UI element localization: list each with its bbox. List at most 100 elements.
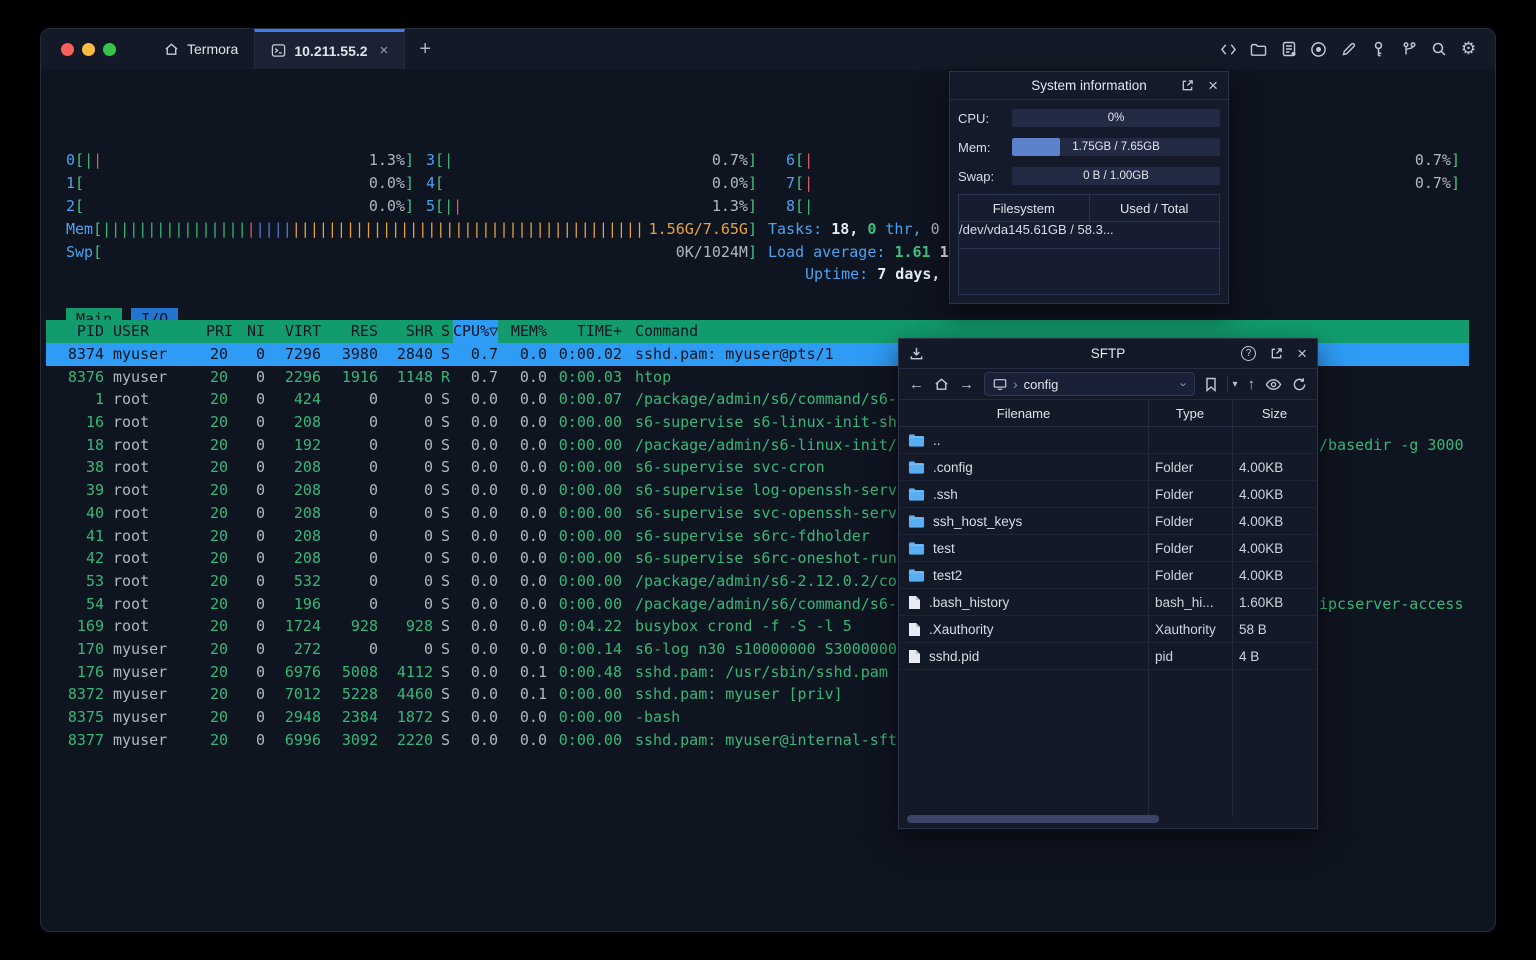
- folder-icon[interactable]: [1250, 41, 1267, 58]
- search-icon[interactable]: [1430, 41, 1447, 58]
- file-table-header[interactable]: Filename Type Size: [899, 400, 1317, 427]
- file-size-cell: 4.00KB: [1239, 540, 1284, 556]
- help-icon[interactable]: ?: [1241, 346, 1257, 361]
- toolbar-divider: [1227, 376, 1229, 392]
- refresh-icon[interactable]: [1292, 377, 1307, 392]
- new-tab-button[interactable]: +: [405, 29, 445, 69]
- size-column[interactable]: Size: [1232, 400, 1317, 426]
- settings-gear-icon[interactable]: ⚙: [1460, 39, 1477, 58]
- minimize-window-button[interactable]: [82, 42, 95, 56]
- process-cell: 0: [423, 413, 433, 432]
- meter-value: 0K/1024M: [675, 243, 748, 261]
- bookmark-caret-icon[interactable]: ▾: [1232, 379, 1237, 390]
- cpu-meter-1: 1[0.0%]: [66, 172, 414, 195]
- col-mem[interactable]: MEM%: [498, 320, 547, 343]
- filename-column[interactable]: Filename: [899, 400, 1148, 426]
- file-size-cell: 58 B: [1239, 621, 1267, 637]
- col-s[interactable]: S: [433, 320, 453, 343]
- type-column[interactable]: Type: [1148, 400, 1232, 426]
- col-virt[interactable]: VIRT: [265, 320, 321, 343]
- meter-close-bracket: ]: [747, 197, 757, 215]
- col-ni[interactable]: NI: [228, 320, 265, 343]
- fs-col-used-total[interactable]: Used / Total: [1090, 195, 1220, 221]
- process-cell: 0: [423, 481, 433, 500]
- meter-open-bracket: [: [795, 151, 805, 169]
- col-pid[interactable]: PID: [46, 320, 104, 343]
- key-icon[interactable]: [1370, 41, 1387, 58]
- process-cell: 176: [76, 662, 104, 681]
- download-icon[interactable]: [909, 346, 924, 361]
- close-icon[interactable]: ×: [1208, 77, 1218, 94]
- process-cell: S: [441, 413, 451, 432]
- file-size-cell: 4.00KB: [1239, 486, 1284, 502]
- file-row[interactable]: ..: [899, 427, 1317, 454]
- file-row[interactable]: ssh_host_keys Folder 4.00KB: [899, 508, 1317, 535]
- process-cell: 0: [423, 390, 433, 409]
- process-cell: 8376: [67, 367, 104, 386]
- file-name-label: test: [933, 540, 955, 556]
- process-cell: 2948: [284, 708, 321, 726]
- edit-icon[interactable]: [1340, 41, 1357, 58]
- code-icon[interactable]: [1220, 41, 1237, 58]
- col-pri[interactable]: PRI: [206, 320, 233, 343]
- process-cell: 20: [209, 708, 228, 726]
- notes-icon[interactable]: [1280, 41, 1297, 58]
- close-icon[interactable]: ×: [1297, 345, 1307, 362]
- bookmark-icon[interactable]: [1205, 377, 1217, 392]
- sysinfo-meter-row: Mem: 1.75GB / 7.65GB: [958, 137, 1220, 157]
- file-row[interactable]: sshd.pid pid 4 B: [899, 643, 1317, 670]
- popout-icon[interactable]: [1270, 347, 1283, 360]
- meter-percent: 0.7%: [1414, 151, 1451, 169]
- tab-close-icon[interactable]: ×: [380, 42, 389, 59]
- text-segment: 0: [867, 220, 886, 238]
- forward-icon[interactable]: →: [959, 376, 974, 393]
- col-cpu-sorted[interactable]: CPU%▽: [453, 320, 498, 343]
- horizontal-scrollbar[interactable]: [907, 815, 1159, 823]
- col-time[interactable]: TIME+: [547, 320, 622, 343]
- file-row[interactable]: .config Folder 4.00KB: [899, 454, 1317, 481]
- col-res[interactable]: RES: [321, 320, 378, 343]
- process-cell: myuser: [113, 708, 168, 726]
- process-cell: 208: [293, 503, 321, 522]
- file-row[interactable]: test2 Folder 4.00KB: [899, 562, 1317, 589]
- record-icon[interactable]: [1310, 41, 1327, 58]
- file-row[interactable]: .ssh Folder 4.00KB: [899, 481, 1317, 508]
- file-row[interactable]: .bash_history bash_hi... 1.60KB: [899, 589, 1317, 616]
- file-row[interactable]: test Folder 4.00KB: [899, 535, 1317, 562]
- file-icon: [908, 622, 921, 637]
- home-icon[interactable]: [934, 377, 949, 392]
- process-cell: R: [441, 367, 451, 386]
- meter-label: 5: [426, 197, 436, 215]
- process-cell: 0.0: [470, 594, 498, 613]
- meter-open-bracket: [: [435, 151, 445, 169]
- file-name-cell: .Xauthority: [899, 622, 1148, 637]
- filesystem-row[interactable]: /dev/vda1 45.61GB / 58.3...: [959, 222, 1219, 249]
- process-cell: 0:00.00: [558, 458, 622, 477]
- popout-icon[interactable]: [1181, 79, 1194, 92]
- meter-value: 1.56G/7.65G: [648, 220, 748, 238]
- close-window-button[interactable]: [61, 42, 74, 56]
- meter-ticks-r: |: [93, 151, 103, 169]
- process-cell: 0:00.02: [558, 345, 622, 363]
- back-icon[interactable]: ←: [909, 376, 924, 393]
- tab-session[interactable]: 10.211.55.2 ×: [254, 29, 406, 69]
- file-row[interactable]: .Xauthority Xauthority 58 B: [899, 616, 1317, 643]
- path-breadcrumb[interactable]: › config ›: [984, 372, 1196, 396]
- process-cell: [104, 456, 113, 479]
- meter-label: CPU:: [958, 110, 990, 126]
- parent-dir-icon[interactable]: ↑: [1248, 376, 1256, 393]
- tab-termora[interactable]: Termora: [148, 29, 254, 69]
- col-shr[interactable]: SHR: [378, 320, 433, 343]
- col-user[interactable]: USER: [113, 320, 206, 343]
- process-cell: 8377: [67, 730, 104, 749]
- fs-col-filesystem[interactable]: Filesystem: [959, 195, 1090, 221]
- file-type-cell: Folder: [1155, 486, 1194, 502]
- chevron-down-icon[interactable]: ›: [1177, 382, 1192, 386]
- show-hidden-eye-icon[interactable]: [1265, 378, 1282, 391]
- process-cell: root: [113, 435, 150, 454]
- zoom-window-button[interactable]: [103, 42, 116, 56]
- process-cell: 0.0: [519, 435, 547, 454]
- process-cell: 196: [293, 594, 321, 613]
- branch-icon[interactable]: [1400, 41, 1417, 58]
- process-cell: [104, 683, 113, 706]
